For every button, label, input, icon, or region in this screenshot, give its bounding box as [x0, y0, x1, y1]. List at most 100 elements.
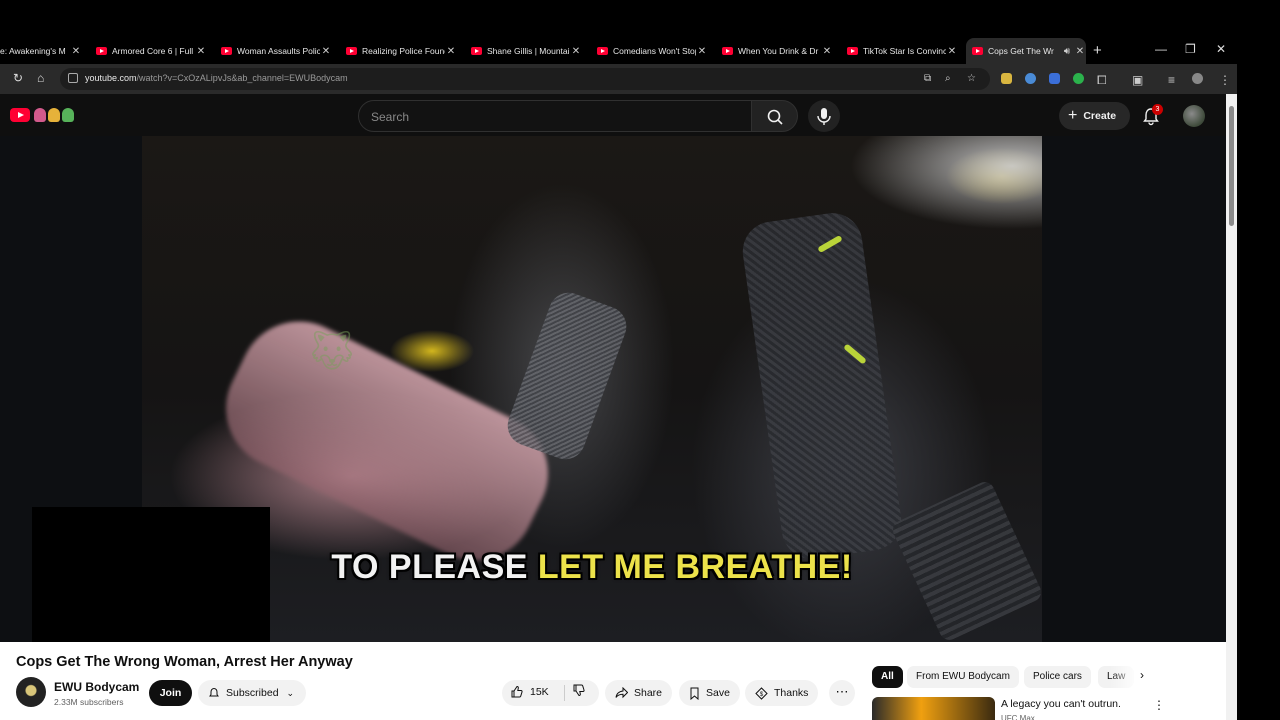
search-icon [767, 109, 783, 125]
recommendation-thumbnail[interactable] [872, 697, 995, 720]
video-frame[interactable]: 🐺︎ TO PLEASE LET ME BREATHE! [142, 136, 1042, 642]
close-tab-icon[interactable]: ✕ [946, 46, 958, 57]
doodle-character-icon[interactable] [34, 108, 46, 122]
join-button[interactable]: Join [149, 680, 192, 706]
browser-tab[interactable]: TikTok Star Is Convinc ✕ [847, 40, 958, 62]
share-button[interactable]: Share [605, 680, 673, 706]
tab-title: e: Awakening's M [0, 46, 66, 56]
youtube-favicon-icon [96, 47, 107, 55]
restore-icon[interactable]: ❐ [1185, 42, 1196, 56]
extension-icon[interactable] [1073, 73, 1084, 84]
doodle-character-icon[interactable] [62, 108, 74, 122]
bookmark-icon [689, 687, 700, 700]
reload-icon[interactable]: ↻ [13, 71, 23, 85]
chip-police-cars[interactable]: Police cars [1024, 666, 1091, 688]
chevron-down-icon: ⌄ [286, 687, 295, 698]
caption-yellow-text: LET ME BREATHE! [537, 548, 853, 586]
chip-from-channel[interactable]: From EWU Bodycam [907, 666, 1019, 688]
close-tab-icon[interactable]: ✕ [70, 46, 82, 57]
search-box [358, 100, 752, 132]
browser-tab[interactable]: When You Drink & Dr ✕ [722, 40, 833, 62]
youtube-favicon-icon [471, 47, 482, 55]
overlay-black-box [32, 507, 270, 642]
voice-search-button[interactable] [808, 100, 840, 132]
scrollbar-thumb[interactable] [1229, 106, 1234, 226]
thumbs-up-icon [510, 685, 523, 698]
close-window-icon[interactable]: ✕ [1216, 42, 1226, 56]
side-panel-icon[interactable]: ▣ [1132, 73, 1143, 87]
close-tab-icon[interactable]: ✕ [696, 46, 708, 57]
save-button[interactable]: Save [679, 680, 740, 706]
browser-tab[interactable]: Realizing Police Found ✕ [346, 40, 457, 62]
zoom-icon[interactable]: ⌕ [945, 73, 951, 84]
recommendation-menu-icon[interactable]: ⋮ [1153, 698, 1165, 712]
home-icon[interactable]: ⌂ [37, 71, 44, 85]
minimize-icon[interactable]: — [1155, 42, 1167, 56]
url-path: /watch?v=CxOzALipvJs&ab_channel=EWUBodyc… [136, 73, 348, 83]
media-control-icon[interactable]: ≡ [1168, 73, 1175, 87]
browser-tab[interactable]: e: Awakening's M ✕ [0, 40, 82, 62]
tab-title: TikTok Star Is Convinc [863, 46, 946, 56]
close-tab-icon[interactable]: ✕ [195, 46, 207, 57]
browser-tab-strip: e: Awakening's M ✕ Armored Core 6 | Full… [0, 38, 1280, 64]
thumbs-down-icon [573, 684, 585, 697]
browser-menu-icon[interactable]: ⋮ [1219, 73, 1231, 87]
speaker-icon[interactable]: 🔊︎ [1060, 46, 1074, 57]
youtube-favicon-icon [847, 47, 858, 55]
doodle-character-icon[interactable] [48, 108, 60, 122]
browser-tab[interactable]: Armored Core 6 | Full ✕ [96, 40, 207, 62]
browser-tab[interactable]: Comedians Won't Stop ✕ [597, 40, 708, 62]
search-button[interactable] [751, 100, 798, 132]
like-button[interactable]: 15K [510, 685, 549, 698]
bell-icon [208, 687, 220, 699]
close-tab-icon[interactable]: ✕ [821, 46, 833, 57]
youtube-logo-icon[interactable] [10, 108, 30, 122]
page-scrollbar[interactable] [1226, 94, 1237, 720]
install-app-icon[interactable]: ⧉ [924, 73, 931, 84]
more-actions-icon[interactable]: ⋯ [829, 680, 855, 706]
tab-title: Realizing Police Found [362, 46, 445, 56]
close-tab-icon[interactable]: ✕ [320, 46, 332, 57]
extensions-puzzle-icon[interactable]: ⧠ [1097, 73, 1107, 88]
video-caption: TO PLEASE LET ME BREATHE! [142, 548, 1042, 587]
subscriber-count: 2.33M subscribers [54, 697, 124, 707]
dislike-button[interactable] [572, 684, 585, 697]
bookmark-star-icon[interactable]: ☆ [967, 73, 976, 84]
chevron-right-icon[interactable]: › [1140, 668, 1144, 682]
url-host: youtube.com [85, 73, 137, 83]
chip-all[interactable]: All [872, 666, 903, 688]
extension-icon[interactable] [1001, 73, 1012, 84]
browser-tab[interactable]: Woman Assaults Polic ✕ [221, 40, 332, 62]
thanks-label: Thanks [774, 687, 809, 699]
channel-name[interactable]: EWU Bodycam [54, 680, 139, 694]
recommendation-channel: UFC Max [1001, 714, 1035, 720]
close-tab-icon[interactable]: ✕ [570, 46, 582, 57]
thanks-button[interactable]: $ Thanks [745, 680, 819, 706]
tab-title: Armored Core 6 | Full [112, 46, 194, 56]
account-avatar[interactable] [1183, 105, 1205, 127]
create-button[interactable]: + Create [1059, 102, 1130, 130]
close-tab-icon[interactable]: ✕ [1074, 46, 1086, 57]
window-edge [1237, 64, 1280, 720]
notifications-button[interactable]: 3 [1141, 104, 1163, 126]
tab-title: Shane Gillis | Mountai [487, 46, 570, 56]
subscribed-button[interactable]: Subscribed ⌄ [198, 680, 306, 706]
tab-title: When You Drink & Dr [738, 46, 819, 56]
extension-icon[interactable] [1025, 73, 1036, 84]
address-bar[interactable]: youtube.com/watch?v=CxOzALipvJs&ab_chann… [60, 68, 990, 90]
close-tab-icon[interactable]: ✕ [445, 46, 457, 57]
youtube-favicon-icon [972, 47, 983, 55]
new-tab-icon[interactable]: + [1093, 42, 1102, 59]
channel-avatar[interactable] [16, 677, 46, 707]
like-count: 15K [530, 685, 549, 698]
site-settings-icon[interactable] [68, 73, 78, 83]
extension-icon[interactable] [1049, 73, 1060, 84]
tab-title: Comedians Won't Stop [613, 46, 696, 56]
share-arrow-icon [615, 687, 628, 699]
recommendation-title[interactable]: A legacy you can't outrun. [1001, 698, 1121, 710]
save-label: Save [706, 687, 730, 699]
browser-tab[interactable]: Shane Gillis | Mountai ✕ [471, 40, 582, 62]
profile-icon[interactable] [1192, 73, 1203, 84]
search-input[interactable] [371, 108, 741, 126]
browser-tab-active[interactable]: Cops Get The Wr 🔊︎ ✕ [966, 38, 1086, 64]
